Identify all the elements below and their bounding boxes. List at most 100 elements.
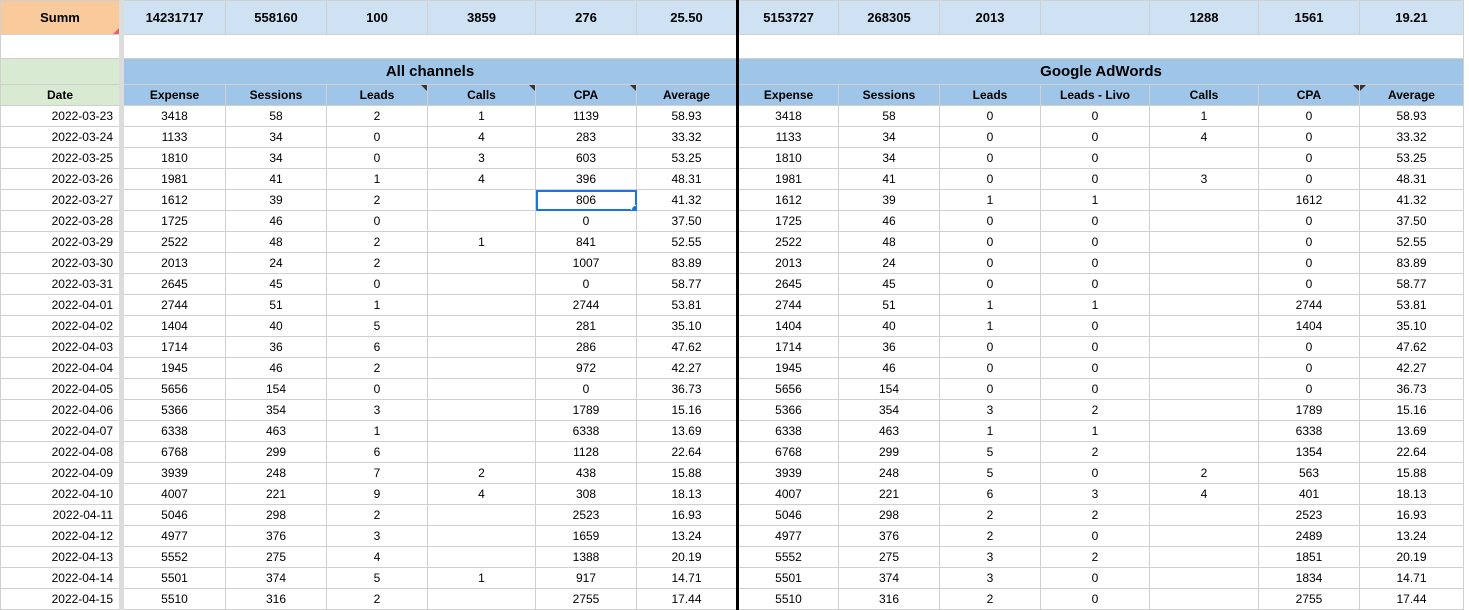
data-cell[interactable]: 33.32 <box>636 126 738 148</box>
data-cell[interactable]: 0 <box>1040 168 1150 190</box>
data-cell[interactable] <box>427 588 536 610</box>
data-cell[interactable] <box>1149 315 1259 337</box>
data-cell[interactable]: 37.50 <box>636 210 738 232</box>
data-cell[interactable] <box>427 546 536 568</box>
data-cell[interactable] <box>1149 399 1259 421</box>
data-cell[interactable]: 2 <box>1040 441 1150 463</box>
column-header-average[interactable]: Average <box>1359 84 1464 106</box>
data-cell[interactable]: 2 <box>939 525 1041 547</box>
data-cell[interactable] <box>427 315 536 337</box>
data-cell[interactable]: 2744 <box>1258 294 1360 316</box>
data-cell[interactable]: 0 <box>1040 126 1150 148</box>
date-cell[interactable]: 2022-04-08 <box>0 441 124 463</box>
data-cell[interactable]: 2 <box>326 105 428 127</box>
data-cell[interactable]: 0 <box>1040 210 1150 232</box>
data-cell[interactable]: 53.25 <box>1359 147 1464 169</box>
data-cell[interactable]: 42.27 <box>1359 357 1464 379</box>
summary-cell[interactable]: 276 <box>535 0 637 35</box>
data-cell[interactable]: 16.93 <box>636 504 738 526</box>
data-cell[interactable]: 463 <box>225 420 327 442</box>
data-cell[interactable]: 1789 <box>535 399 637 421</box>
data-cell[interactable]: 40 <box>838 315 940 337</box>
data-cell[interactable]: 37.50 <box>1359 210 1464 232</box>
data-cell[interactable]: 1 <box>326 294 428 316</box>
data-cell[interactable]: 45 <box>225 273 327 295</box>
data-cell[interactable]: 316 <box>225 588 327 610</box>
data-cell[interactable]: 4 <box>1149 483 1259 505</box>
data-cell[interactable]: 52.55 <box>636 231 738 253</box>
data-cell[interactable]: 3 <box>1040 483 1150 505</box>
data-cell[interactable]: 1404 <box>1258 315 1360 337</box>
date-cell[interactable]: 2022-04-12 <box>0 525 124 547</box>
data-cell[interactable]: 2523 <box>535 504 637 526</box>
data-cell[interactable]: 2522 <box>736 231 839 253</box>
column-header-date[interactable]: Date <box>0 84 124 106</box>
data-cell[interactable]: 6338 <box>535 420 637 442</box>
column-header-calls[interactable]: Calls <box>427 84 536 106</box>
data-cell[interactable]: 34 <box>838 147 940 169</box>
data-cell[interactable]: 5501 <box>121 567 226 589</box>
data-cell[interactable]: 48.31 <box>636 168 738 190</box>
data-cell[interactable]: 58 <box>225 105 327 127</box>
data-cell[interactable] <box>1149 189 1259 211</box>
date-cell[interactable]: 2022-03-24 <box>0 126 124 148</box>
data-cell[interactable]: 0 <box>939 273 1041 295</box>
data-cell[interactable]: 36.73 <box>1359 378 1464 400</box>
data-cell[interactable]: 58.93 <box>1359 105 1464 127</box>
data-cell[interactable] <box>427 420 536 442</box>
group-header-blank[interactable] <box>0 58 124 85</box>
data-cell[interactable]: 4 <box>326 546 428 568</box>
data-cell[interactable]: 41 <box>225 168 327 190</box>
data-cell[interactable]: 41 <box>838 168 940 190</box>
data-cell[interactable]: 0 <box>1040 525 1150 547</box>
data-cell[interactable]: 0 <box>939 147 1041 169</box>
data-cell[interactable]: 0 <box>1258 378 1360 400</box>
data-cell[interactable]: 0 <box>1040 588 1150 610</box>
data-cell[interactable]: 563 <box>1258 462 1360 484</box>
data-cell[interactable] <box>1149 336 1259 358</box>
data-cell[interactable]: 0 <box>1040 252 1150 274</box>
data-cell[interactable]: 154 <box>838 378 940 400</box>
data-cell[interactable]: 0 <box>939 168 1041 190</box>
data-cell[interactable]: 0 <box>1040 378 1150 400</box>
data-cell[interactable]: 1 <box>427 567 536 589</box>
summary-cell[interactable]: 19.21 <box>1359 0 1464 35</box>
data-cell[interactable]: 401 <box>1258 483 1360 505</box>
data-cell[interactable]: 1 <box>1040 294 1150 316</box>
data-cell[interactable]: 3 <box>1149 168 1259 190</box>
data-cell[interactable] <box>1149 588 1259 610</box>
data-cell[interactable]: 0 <box>939 231 1041 253</box>
data-cell[interactable]: 299 <box>838 441 940 463</box>
data-cell[interactable]: 2 <box>326 252 428 274</box>
data-cell[interactable] <box>427 294 536 316</box>
data-cell[interactable]: 42.27 <box>636 357 738 379</box>
selected-cell[interactable]: 806 <box>535 189 637 211</box>
blank-cell[interactable] <box>121 34 738 59</box>
date-cell[interactable]: 2022-04-14 <box>0 567 124 589</box>
data-cell[interactable]: 2 <box>326 588 428 610</box>
date-cell[interactable]: 2022-03-27 <box>0 189 124 211</box>
data-cell[interactable]: 13.24 <box>636 525 738 547</box>
data-cell[interactable]: 1810 <box>121 147 226 169</box>
data-cell[interactable]: 46 <box>838 357 940 379</box>
date-cell[interactable]: 2022-04-11 <box>0 504 124 526</box>
data-cell[interactable]: 41.32 <box>1359 189 1464 211</box>
data-cell[interactable]: 0 <box>1258 210 1360 232</box>
date-cell[interactable]: 2022-04-06 <box>0 399 124 421</box>
summary-cell[interactable]: 5153727 <box>736 0 839 35</box>
summary-cell[interactable]: 1561 <box>1258 0 1360 35</box>
data-cell[interactable]: 18.13 <box>636 483 738 505</box>
group-header-all-channels[interactable]: All channels <box>121 58 738 85</box>
data-cell[interactable]: 13.69 <box>636 420 738 442</box>
data-cell[interactable] <box>1149 441 1259 463</box>
data-cell[interactable]: 1 <box>326 168 428 190</box>
data-cell[interactable]: 2 <box>326 357 428 379</box>
data-cell[interactable]: 1 <box>326 420 428 442</box>
data-cell[interactable]: 14.71 <box>636 567 738 589</box>
data-cell[interactable]: 48 <box>838 231 940 253</box>
data-cell[interactable]: 1354 <box>1258 441 1360 463</box>
data-cell[interactable]: 48.31 <box>1359 168 1464 190</box>
data-cell[interactable]: 0 <box>1258 147 1360 169</box>
data-cell[interactable]: 5 <box>939 462 1041 484</box>
data-cell[interactable]: 4 <box>427 483 536 505</box>
